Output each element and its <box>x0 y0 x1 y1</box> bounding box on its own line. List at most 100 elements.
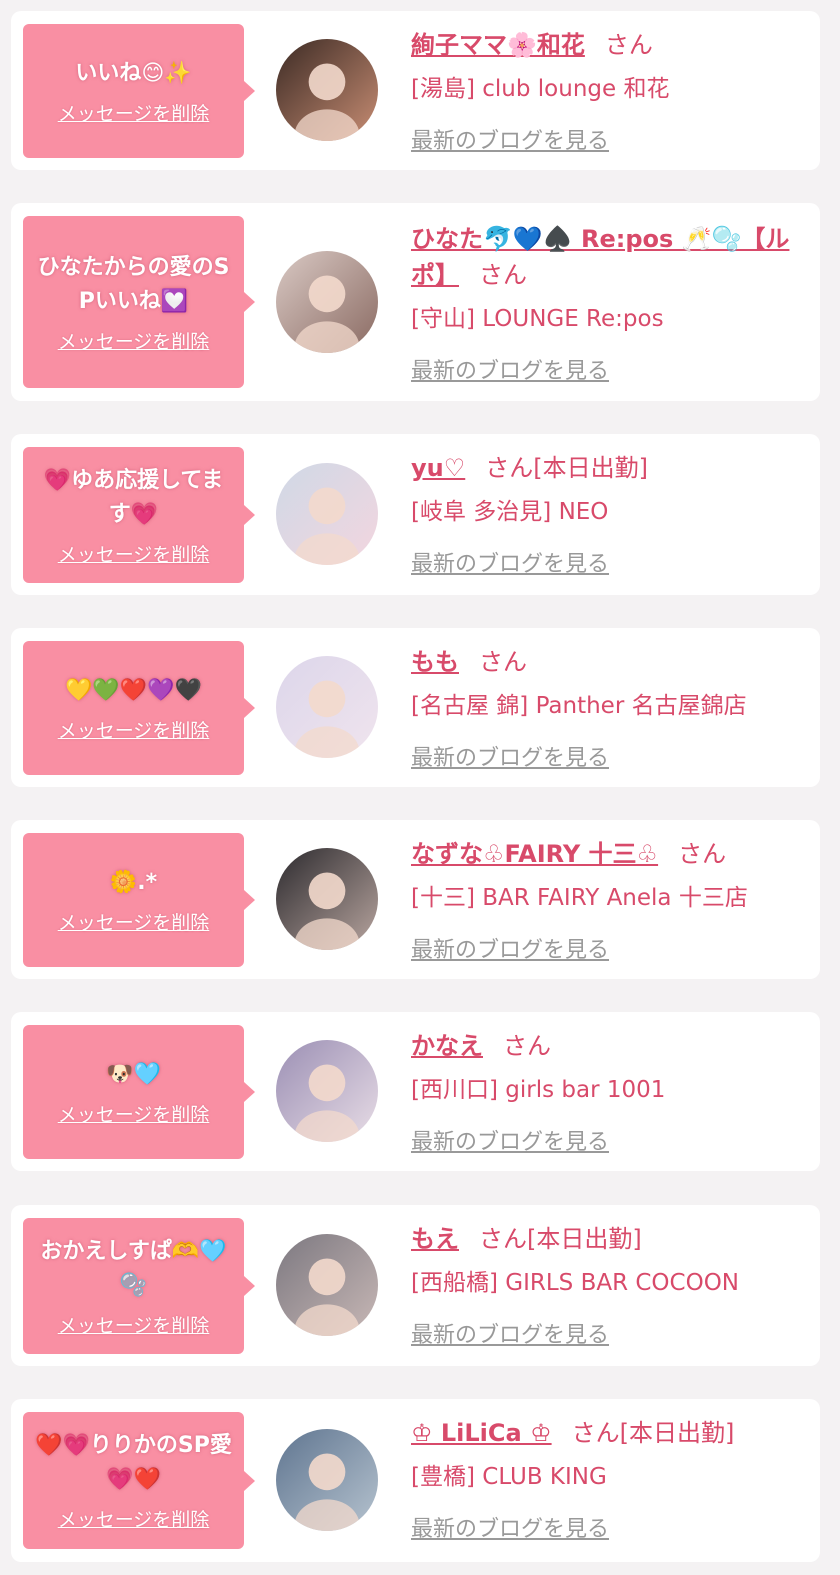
message-bubble: 💛💚❤️💜🖤 メッセージを削除 <box>23 641 244 775</box>
shop-name: [守山] LOUNGE Re:pos <box>411 306 664 332</box>
cast-info: なずな♧FAIRY 十三♧ さん [十三] BAR FAIRY Anela 十三店… <box>411 836 811 964</box>
honorific: さん <box>571 1419 620 1447</box>
notification-card: 💗ゆあ応援してます💗 メッセージを削除 yu♡ さん[本日出勤] [岐阜 多治見… <box>11 434 820 595</box>
delete-message-link[interactable]: メッセージを削除 <box>58 1311 210 1338</box>
avatar-photo-icon <box>276 251 378 353</box>
avatar[interactable] <box>276 1040 378 1142</box>
notification-card: ❤️💗りりかのSP愛💗❤️ メッセージを削除 ♔ LiLiCa ♔ さん[本日出勤… <box>11 1399 820 1562</box>
cast-name-link[interactable]: かなえ <box>411 1032 483 1060</box>
latest-blog-link[interactable]: 最新のブログを見る <box>411 1317 609 1349</box>
notification-card: いいね😊✨ メッセージを削除 絢子ママ🌸和花 さん [湯島] club loun… <box>11 11 820 170</box>
delete-message-link[interactable]: メッセージを削除 <box>58 1100 210 1127</box>
avatar[interactable] <box>276 1429 378 1531</box>
avatar-photo-icon <box>276 1040 378 1142</box>
cast-name-link[interactable]: 絢子ママ🌸和花 <box>411 31 585 59</box>
notification-card: 🌼.* メッセージを削除 なずな♧FAIRY 十三♧ さん [十三] BAR F… <box>11 820 820 979</box>
message-text: いいね😊✨ <box>75 60 192 86</box>
cast-info: yu♡ さん[本日出勤] [岐阜 多治見] NEO 最新のブログを見る <box>411 450 811 578</box>
message-bubble: ひなたからの愛のSPいいね💟 メッセージを削除 <box>23 216 244 388</box>
name-line: yu♡ さん[本日出勤] <box>411 450 811 486</box>
status-label: [本日出勤] <box>619 1419 735 1447</box>
shop-name: [岐阜 多治見] NEO <box>411 499 609 525</box>
name-line: かなえ さん <box>411 1028 811 1064</box>
message-text: ❤️💗りりかのSP愛💗❤️ <box>35 1433 232 1492</box>
cast-info: ♔ LiLiCa ♔ さん[本日出勤] [豊橋] CLUB KING 最新のブログ… <box>411 1415 811 1543</box>
latest-blog-link[interactable]: 最新のブログを見る <box>411 932 609 964</box>
message-text: ひなたからの愛のSPいいね💟 <box>37 254 230 314</box>
cast-name-link[interactable]: なずな♧FAIRY 十三♧ <box>411 840 658 868</box>
shop-name: [湯島] club lounge 和花 <box>411 76 670 102</box>
honorific: さん <box>678 840 727 868</box>
avatar[interactable] <box>276 463 378 565</box>
name-line: もも さん <box>411 644 811 680</box>
avatar-photo-icon <box>276 1234 378 1336</box>
message-bubble: 🌼.* メッセージを削除 <box>23 833 244 967</box>
avatar[interactable] <box>276 251 378 353</box>
notification-card: 🐶🩵 メッセージを削除 かなえ さん [西川口] girls bar 1001 … <box>11 1012 820 1171</box>
cast-name-link[interactable]: もえ <box>411 1225 459 1253</box>
avatar[interactable] <box>276 1234 378 1336</box>
delete-message-link[interactable]: メッセージを削除 <box>58 908 210 935</box>
cast-info: かなえ さん [西川口] girls bar 1001 最新のブログを見る <box>411 1028 811 1156</box>
honorific: さん <box>503 1032 551 1060</box>
status-label: [本日出勤] <box>527 1225 642 1253</box>
message-bubble: おかえしすぱ🫶🩵🫧 メッセージを削除 <box>23 1218 244 1354</box>
latest-blog-link[interactable]: 最新のブログを見る <box>411 546 609 578</box>
notification-list: いいね😊✨ メッセージを削除 絢子ママ🌸和花 さん [湯島] club loun… <box>0 0 840 1562</box>
status-label: [本日出勤] <box>533 454 648 482</box>
shop-name: [西船橋] GIRLS BAR COCOON <box>411 1270 740 1296</box>
message-text: 🐶🩵 <box>106 1061 161 1087</box>
latest-blog-link[interactable]: 最新のブログを見る <box>411 123 609 155</box>
avatar-photo-icon <box>276 1429 378 1531</box>
latest-blog-link[interactable]: 最新のブログを見る <box>411 740 609 772</box>
notification-card: おかえしすぱ🫶🩵🫧 メッセージを削除 もえ さん[本日出勤] [西船橋] GIR… <box>11 1205 820 1366</box>
honorific: さん <box>479 1225 527 1253</box>
honorific: さん <box>485 454 534 482</box>
honorific: さん <box>479 261 527 289</box>
avatar-photo-icon <box>276 656 378 758</box>
honorific: さん <box>604 31 653 59</box>
cast-info: 絢子ママ🌸和花 さん [湯島] club lounge 和花 最新のブログを見る <box>411 27 811 155</box>
name-line: もえ さん[本日出勤] <box>411 1221 811 1257</box>
cast-info: もも さん [名古屋 錦] Panther 名古屋錦店 最新のブログを見る <box>411 644 811 772</box>
message-text: 💛💚❤️💜🖤 <box>65 677 202 703</box>
message-text: おかえしすぱ🫶🩵🫧 <box>40 1238 227 1298</box>
delete-message-link[interactable]: メッセージを削除 <box>58 716 210 743</box>
latest-blog-link[interactable]: 最新のブログを見る <box>411 1124 609 1156</box>
cast-name-link[interactable]: もも <box>411 648 459 676</box>
name-line: 絢子ママ🌸和花 さん <box>411 27 811 63</box>
message-text: 🌼.* <box>109 869 158 895</box>
name-line: なずな♧FAIRY 十三♧ さん <box>411 836 811 872</box>
avatar[interactable] <box>276 656 378 758</box>
honorific: さん <box>479 648 527 676</box>
latest-blog-link[interactable]: 最新のブログを見る <box>411 353 609 385</box>
delete-message-link[interactable]: メッセージを削除 <box>58 327 210 354</box>
cast-info: ひなた🐬💙♠️ Re:pos 🥂🫧【ルポ】 さん [守山] LOUNGE Re:p… <box>411 221 811 385</box>
cast-name-link[interactable]: yu♡ <box>411 454 465 482</box>
cast-info: もえ さん[本日出勤] [西船橋] GIRLS BAR COCOON 最新のブログ… <box>411 1221 811 1349</box>
avatar-photo-icon <box>276 848 378 950</box>
message-text: 💗ゆあ応援してます💗 <box>43 467 224 527</box>
name-line: ♔ LiLiCa ♔ さん[本日出勤] <box>411 1415 811 1451</box>
delete-message-link[interactable]: メッセージを削除 <box>58 540 210 567</box>
notification-card: ひなたからの愛のSPいいね💟 メッセージを削除 ひなた🐬💙♠️ Re:pos 🥂… <box>11 203 820 401</box>
latest-blog-link[interactable]: 最新のブログを見る <box>411 1511 609 1543</box>
delete-message-link[interactable]: メッセージを削除 <box>58 99 210 126</box>
shop-name: [十三] BAR FAIRY Anela 十三店 <box>411 885 748 911</box>
shop-name: [西川口] girls bar 1001 <box>411 1077 666 1103</box>
message-bubble: ❤️💗りりかのSP愛💗❤️ メッセージを削除 <box>23 1412 244 1549</box>
name-line: ひなた🐬💙♠️ Re:pos 🥂🫧【ルポ】 さん <box>411 221 811 293</box>
notification-card: 💛💚❤️💜🖤 メッセージを削除 もも さん [名古屋 錦] Panther 名古… <box>11 628 820 787</box>
delete-message-link[interactable]: メッセージを削除 <box>58 1505 210 1532</box>
message-bubble: 🐶🩵 メッセージを削除 <box>23 1025 244 1159</box>
avatar[interactable] <box>276 39 378 141</box>
shop-name: [豊橋] CLUB KING <box>411 1464 607 1490</box>
message-bubble: 💗ゆあ応援してます💗 メッセージを削除 <box>23 447 244 583</box>
cast-name-link[interactable]: ひなた🐬💙♠️ Re:pos 🥂🫧【ルポ】 <box>411 225 789 289</box>
avatar[interactable] <box>276 848 378 950</box>
message-bubble: いいね😊✨ メッセージを削除 <box>23 24 244 158</box>
shop-name: [名古屋 錦] Panther 名古屋錦店 <box>411 693 747 719</box>
cast-name-link[interactable]: ♔ LiLiCa ♔ <box>411 1419 552 1447</box>
avatar-photo-icon <box>276 39 378 141</box>
avatar-photo-icon <box>276 463 378 565</box>
